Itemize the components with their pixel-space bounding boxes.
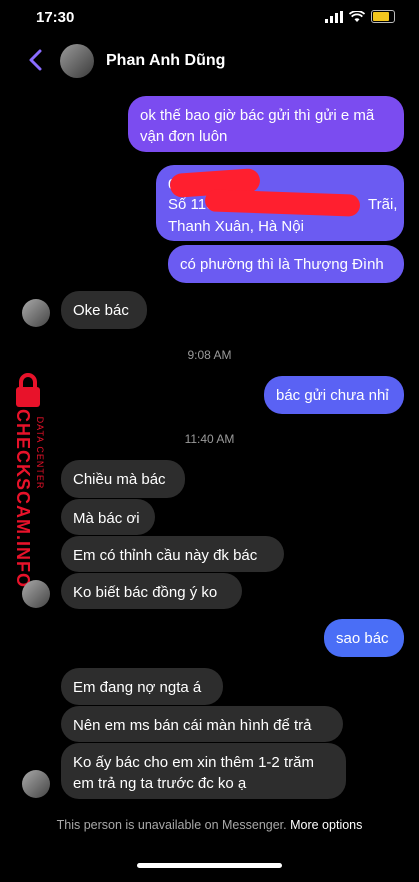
message-incoming[interactable]: Ko ấy bác cho em xin thêm 1-2 trăm em tr… (61, 743, 346, 799)
message-incoming[interactable]: Em đang nợ ngta á (61, 668, 223, 705)
message-outgoing[interactable]: ok thế bao giờ bác gửi thì gửi e mã vận … (128, 96, 404, 152)
message-incoming[interactable]: Oke bác (61, 291, 147, 329)
message-outgoing[interactable]: bác gửi chưa nhỉ (264, 376, 404, 414)
watermark-sub: DATA CENTER (35, 416, 45, 490)
message-outgoing[interactable]: sao bác (324, 619, 404, 657)
cellular-signal-icon (325, 10, 343, 23)
home-indicator[interactable] (137, 863, 282, 868)
message-incoming[interactable]: Chiều mà bác (61, 460, 185, 498)
timestamp: 9:08 AM (187, 348, 232, 362)
timestamp: 11:40 AM (184, 432, 235, 446)
address-line-2-end: Trãi, (368, 196, 398, 213)
status-time: 17:30 (36, 9, 75, 26)
contact-avatar-small (22, 299, 50, 327)
wifi-icon (349, 10, 365, 22)
message-incoming[interactable]: Mà bác ơi (61, 499, 155, 535)
battery-icon (371, 10, 395, 23)
unavailable-notice: This person is unavailable on Messenger.… (0, 818, 419, 832)
address-line-3: Thanh Xuân, Hà Nội (168, 218, 304, 235)
message-incoming[interactable]: Nên em ms bán cái màn hình để trả (61, 706, 343, 742)
unavailable-text: This person is unavailable on Messenger. (56, 818, 287, 832)
back-arrow-icon[interactable] (26, 48, 46, 72)
more-options-link[interactable]: More options (290, 818, 362, 832)
message-incoming[interactable]: Em có thỉnh cầu này đk bác (61, 536, 284, 572)
contact-avatar-small (22, 770, 50, 798)
contact-avatar[interactable] (60, 44, 94, 78)
message-incoming[interactable]: Ko biết bác đồng ý ko (61, 573, 242, 609)
contact-name[interactable]: Phan Anh Dũng (106, 52, 225, 70)
battery-level (373, 12, 389, 21)
status-icons (325, 10, 395, 23)
contact-avatar-small (22, 580, 50, 608)
message-outgoing[interactable]: có phường thì là Thượng Đình (168, 245, 404, 283)
